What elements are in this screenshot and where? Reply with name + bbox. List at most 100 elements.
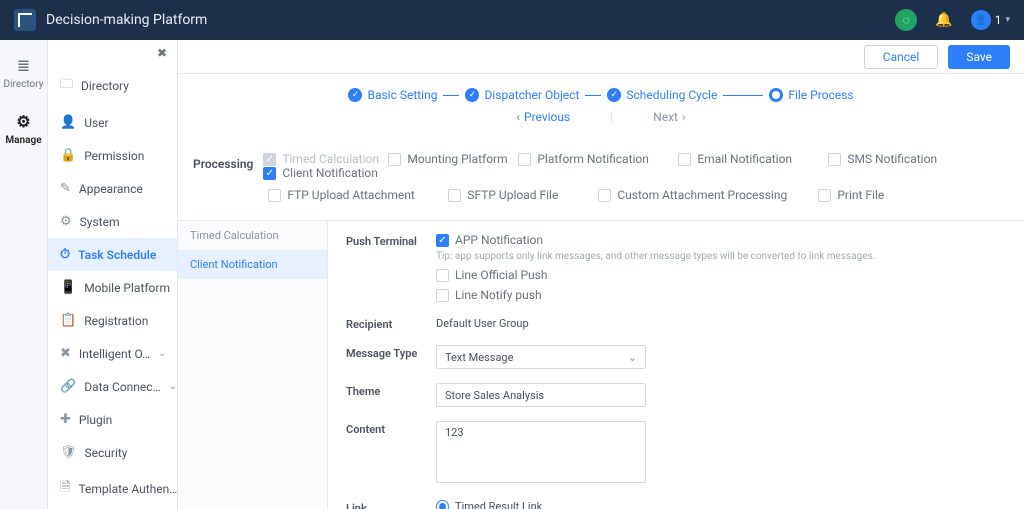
sidebar-item-template-authen-[interactable]: 🗎 Template Authen…	[48, 469, 177, 509]
phone-icon: 📱	[60, 280, 76, 295]
user-icon: 👤	[60, 115, 76, 130]
chevron-left-icon: ‹	[516, 110, 520, 124]
rail-item-directory[interactable]: ≣ Directory	[4, 56, 44, 90]
sidebar-item-label: Security	[85, 446, 128, 460]
step-file-process[interactable]: File Process	[769, 88, 853, 102]
checkbox-sms-notification[interactable]: SMS Notification	[828, 152, 973, 166]
app-title: Decision-making Platform	[46, 12, 207, 28]
chevron-down-icon: ⌄	[628, 351, 637, 364]
user-badge-count: 1	[995, 13, 1002, 27]
sidebar-item-plugin[interactable]: ✚ Plugin	[48, 403, 177, 436]
sidebar-item-appearance[interactable]: ✎ Appearance	[48, 172, 177, 205]
topbar: Decision-making Platform ◌ 🔔 👤 1 ▾	[0, 0, 1024, 40]
user-menu[interactable]: 👤 1 ▾	[971, 10, 1010, 30]
checkbox-app-notification[interactable]: ✓APP Notification	[436, 233, 1006, 247]
shield-icon: 🛡	[60, 445, 77, 460]
content-textarea[interactable]	[436, 421, 646, 483]
avatar-icon: 👤	[971, 10, 991, 30]
tool-icon: ✖	[60, 346, 71, 361]
subnav: Timed CalculationClient Notification	[178, 221, 328, 509]
subnav-item-client-notification[interactable]: Client Notification	[178, 250, 327, 279]
chevron-down-icon: ⌄	[158, 348, 166, 359]
save-button[interactable]: Save	[948, 45, 1010, 69]
sidebar-item-security[interactable]: 🛡 Security	[48, 436, 177, 469]
puzzle-icon: ✚	[60, 412, 71, 427]
sidebar-item-label: Registration	[84, 314, 148, 328]
pin-icon[interactable]: ✖	[157, 46, 167, 60]
subnav-item-timed-calculation[interactable]: Timed Calculation	[178, 221, 327, 250]
stepper: ✓Basic Setting ✓Dispatcher Object ✓Sched…	[178, 74, 1024, 138]
sidebar-item-data-connec-[interactable]: 🔗 Data Connec… ⌄	[48, 370, 177, 403]
sidebar-item-user[interactable]: 👤 User	[48, 106, 177, 139]
recipient-label: Recipient	[346, 316, 436, 331]
sidebar-item-label: Plugin	[79, 413, 112, 427]
checkbox-line-notify-push[interactable]: Line Notify push	[436, 288, 1006, 302]
list-icon: ≣	[17, 56, 30, 75]
recipient-value: Default User Group	[436, 317, 529, 330]
step-dispatcher-object[interactable]: ✓Dispatcher Object	[465, 88, 579, 102]
message-type-label: Message Type	[346, 345, 436, 369]
rail-item-manage[interactable]: ⚙ Manage	[5, 112, 41, 146]
step-basic-setting[interactable]: ✓Basic Setting	[348, 88, 437, 102]
cancel-button[interactable]: Cancel	[864, 45, 939, 69]
chevron-down-icon: ▾	[1005, 15, 1010, 25]
previous-button[interactable]: ‹ Previous	[516, 110, 570, 124]
sidebar-item-system[interactable]: ⚙ System	[48, 205, 177, 238]
checkbox-custom-attachment-processing[interactable]: Custom Attachment Processing	[598, 188, 818, 202]
rail-label: Manage	[5, 135, 41, 146]
push-hint: Tip: app supports only link messages, an…	[436, 251, 1006, 262]
sidebar-item-label: System	[80, 215, 120, 229]
chevron-down-icon: ⌄	[169, 381, 177, 392]
folder-icon: 🗀	[60, 75, 73, 97]
sidebar-item-label: User	[84, 116, 108, 130]
sidebar-item-label: Data Connec…	[84, 380, 160, 394]
sidebar-item-label: Appearance	[79, 182, 143, 196]
step-scheduling-cycle[interactable]: ✓Scheduling Cycle	[607, 88, 717, 102]
sidebar-item-mobile-platform[interactable]: 📱 Mobile Platform	[48, 271, 177, 304]
sidebar-item-label: Template Authen…	[78, 482, 177, 496]
next-button[interactable]: Next ›	[653, 110, 685, 124]
sidebar-item-registration[interactable]: 📋Registration	[48, 304, 177, 337]
form: Push Terminal ✓APP Notification Tip: app…	[328, 221, 1024, 509]
sidebar-item-directory[interactable]: 🗀Directory	[48, 66, 177, 106]
sidebar-item-label: Permission	[84, 149, 144, 163]
left-rail: ≣ Directory ⚙ Manage	[0, 40, 48, 509]
message-type-select[interactable]: Text Message ⌄	[436, 345, 646, 369]
actionbar: Cancel Save	[178, 40, 1024, 74]
checkbox-platform-notification[interactable]: Platform Notification	[518, 152, 678, 166]
gear-icon: ⚙	[16, 112, 30, 131]
sidebar-item-label: Mobile Platform	[84, 281, 170, 295]
checkbox-client-notification[interactable]: ✓Client Notification	[263, 166, 403, 180]
radio-timed-result-link[interactable]: Timed Result Link	[436, 500, 1006, 509]
theme-label: Theme	[346, 383, 436, 407]
rail-label: Directory	[4, 79, 44, 90]
checkbox-line-official-push[interactable]: Line Official Push	[436, 268, 1006, 282]
clock-icon: ⏱	[60, 247, 70, 262]
bell-icon[interactable]: 🔔	[935, 12, 952, 28]
checkbox-ftp-upload-attachment[interactable]: FTP Upload Attachment	[268, 188, 448, 202]
content-label: Content	[346, 421, 436, 486]
checkbox-sftp-upload-file[interactable]: SFTP Upload File	[448, 188, 598, 202]
brush-icon: ✎	[60, 181, 71, 196]
chevron-right-icon: ›	[682, 110, 686, 124]
theme-input[interactable]	[436, 383, 646, 407]
auth-icon: 🗎	[60, 478, 70, 500]
checkbox-print-file[interactable]: Print File	[818, 188, 938, 202]
link-icon: 🔗	[60, 379, 76, 394]
sidebar-item-task-schedule[interactable]: ⏱ Task Schedule	[48, 238, 177, 271]
sidebar: ✖ 🗀Directory 👤 User 🔒 Permission ✎ Appearance ⚙…	[48, 40, 178, 509]
notification-badge-icon[interactable]: ◌	[895, 9, 917, 31]
sidebar-item-intelligent-o-[interactable]: ✖ Intelligent O… ⌄	[48, 337, 177, 370]
processing-label: Processing	[193, 157, 253, 171]
push-terminal-label: Push Terminal	[346, 233, 436, 302]
checkbox-email-notification[interactable]: Email Notification	[678, 152, 828, 166]
checkbox-timed-calculation[interactable]: ✓Timed Calculation	[263, 152, 388, 166]
lock-icon: 🔒	[60, 148, 76, 163]
link-label: Link	[346, 500, 436, 509]
sidebar-item-permission[interactable]: 🔒 Permission	[48, 139, 177, 172]
app-logo-icon	[14, 9, 36, 31]
checkbox-mounting-platform[interactable]: Mounting Platform	[388, 152, 518, 166]
sidebar-item-label: Task Schedule	[78, 248, 156, 262]
sidebar-item-label: Intelligent O…	[79, 347, 150, 361]
gear-icon: ⚙	[60, 214, 72, 229]
